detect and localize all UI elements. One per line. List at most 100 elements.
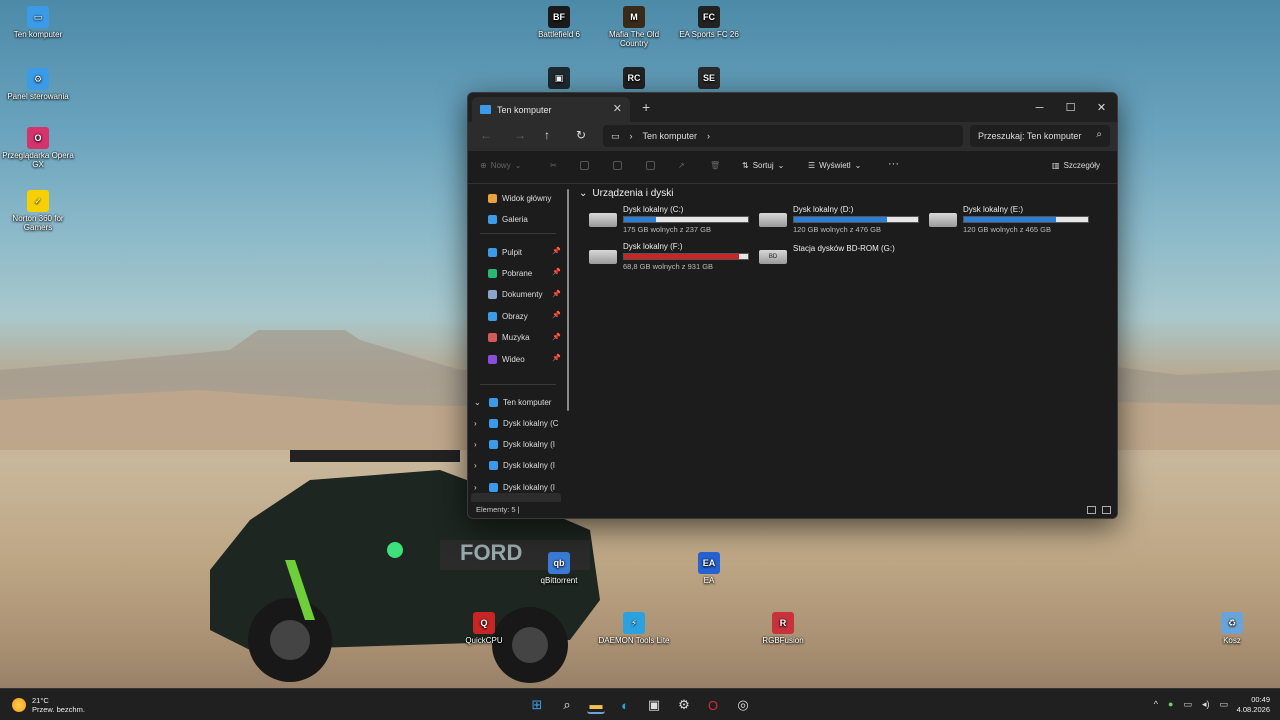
app-icon: ▣ — [548, 67, 570, 89]
desktop-icon[interactable]: ⚙ Panel sterowania — [0, 68, 76, 101]
tree-drive[interactable]: › Dysk lokalny (I — [474, 436, 555, 452]
cut-icon[interactable]: ✂ — [550, 161, 557, 170]
tree-drive[interactable]: › Dysk lokalny (I — [474, 479, 555, 495]
sidebar-item-pinned[interactable]: Pulpit — [488, 244, 522, 260]
sidebar-item-pinned[interactable]: Dokumenty — [488, 287, 542, 303]
microphone-icon[interactable]: ● — [1168, 699, 1173, 710]
forward-arrow-icon[interactable]: → — [514, 128, 526, 142]
desktop-icon[interactable]: ▭ Ten komputer — [0, 6, 76, 39]
new-label: Nowy — [490, 161, 511, 170]
search-taskbar-icon[interactable]: ⌕ — [558, 696, 576, 714]
drive-icon — [489, 397, 498, 407]
desktop-icon[interactable]: O Przeglądarka Opera GX — [0, 127, 76, 169]
details-button[interactable]: ▥ Szczegóły — [1052, 161, 1100, 170]
chevron-down-icon[interactable]: ⌄ — [474, 398, 484, 407]
desktop-icon[interactable]: ✓ Norton 360 for Gamers — [0, 190, 76, 232]
tree-drive[interactable]: › Dysk lokalny (I — [474, 458, 555, 474]
desktop-icon[interactable]: Q QuickCPU — [446, 612, 522, 645]
sidebar-item-pinned[interactable]: Pobrane — [488, 265, 532, 281]
scrollbar[interactable] — [567, 189, 569, 411]
command-bar: ⊕ Nowy ⌄ ✂ ↗ 🗑 ⇅ Sortuj ⌄ ☰ Wyświetl ⌄ ·… — [468, 151, 1117, 184]
desktop-icon[interactable]: FC EA Sports FC 26 — [671, 6, 747, 39]
drive-free-space: 120 GB wolnych z 465 GB — [963, 225, 1051, 234]
share-icon[interactable]: ↗ — [678, 161, 685, 170]
desktop-icon[interactable]: ⚡ DAEMON Tools Lite — [596, 612, 672, 645]
chevron-right-icon[interactable]: › — [474, 419, 484, 428]
desktop-icon[interactable]: EA EA — [671, 552, 747, 585]
status-bar: Elementy: 5 | — [468, 502, 1117, 518]
back-arrow-icon[interactable]: ← — [480, 128, 492, 142]
settings-gear-icon[interactable]: ⚙ — [675, 696, 693, 714]
chevron-right-icon[interactable]: › — [474, 483, 484, 492]
tree-this-pc[interactable]: ⌄ Ten komputer — [474, 394, 551, 410]
opera-gx-icon[interactable]: O — [704, 696, 722, 714]
tab-this-pc[interactable]: Ten komputer ✕ — [472, 97, 630, 122]
sidebar-item-pinned[interactable]: Obrazy — [488, 308, 528, 324]
desktop-icon[interactable]: SE — [671, 67, 747, 91]
desktop-icon[interactable]: RC — [596, 67, 672, 91]
app-icon: ✓ — [27, 190, 49, 212]
clock[interactable]: 00:49 4.08.2026 — [1237, 695, 1270, 715]
desktop-icon-label: qBittorrent — [540, 576, 578, 585]
new-button[interactable]: ⊕ Nowy ⌄ — [480, 161, 521, 170]
group-header[interactable]: ⌄ Urządzenia i dyski — [579, 188, 674, 199]
drive-tile[interactable]: Dysk lokalny (C:) 175 GB wolnych z 237 GB — [589, 205, 754, 235]
start-icon[interactable]: ⊞ — [528, 696, 546, 714]
sort-button[interactable]: ⇅ Sortuj ⌄ — [742, 161, 784, 170]
app-icon: BF — [548, 6, 570, 28]
battery-icon[interactable]: ▭ — [1219, 699, 1228, 710]
tiles-view-icon[interactable] — [1102, 506, 1111, 514]
copy-icon[interactable] — [580, 161, 589, 170]
up-arrow-icon[interactable]: ↑ — [544, 128, 550, 142]
store-icon[interactable]: ▣ — [645, 696, 663, 714]
edge-icon[interactable]: ◐ — [616, 696, 634, 714]
desktop-icon[interactable]: R RGBFusion — [745, 612, 821, 645]
file-explorer-window[interactable]: Ten komputer ✕ + ─ ☐ ✕ ← → ↑ ↻ ▭ › Ten k… — [467, 92, 1118, 519]
breadcrumb-this-pc[interactable]: Ten komputer — [643, 131, 698, 141]
system-tray: ^ ● ▭ ◂) ▭ — [1154, 699, 1228, 710]
steam-icon[interactable]: ◎ — [734, 696, 752, 714]
volume-icon[interactable]: ◂) — [1202, 699, 1210, 710]
title-bar[interactable]: Ten komputer ✕ + ─ ☐ ✕ — [468, 93, 1117, 122]
rename-icon[interactable] — [646, 161, 655, 170]
bd-rom-icon: BD — [759, 250, 787, 264]
close-window-button[interactable]: ✕ — [1086, 93, 1117, 122]
optical-drive-tile[interactable]: BD Stacja dysków BD-ROM (G:) — [759, 242, 924, 272]
app-icon: O — [27, 127, 49, 149]
tree-drive[interactable]: › Dysk lokalny (C — [474, 415, 559, 431]
desktop-icon[interactable]: BF Battlefield 6 — [521, 6, 597, 39]
view-button[interactable]: ☰ Wyświetl ⌄ — [808, 161, 861, 170]
sidebar-item-pinned[interactable]: Wideo — [488, 351, 525, 367]
sidebar-item[interactable]: Widok główny — [488, 190, 551, 206]
more-options-button[interactable]: ··· — [888, 158, 899, 170]
maximize-button[interactable]: ☐ — [1055, 93, 1086, 122]
address-bar[interactable]: ▭ › Ten komputer › — [603, 125, 963, 147]
drive-tile[interactable]: Dysk lokalny (E:) 120 GB wolnych z 465 GB — [929, 205, 1094, 235]
delete-icon[interactable]: 🗑 — [710, 161, 720, 170]
close-tab-icon[interactable]: ✕ — [613, 102, 622, 115]
minimize-button[interactable]: ─ — [1024, 93, 1055, 122]
desktop-icon[interactable]: ▣ — [521, 67, 597, 91]
tray-chevron-icon[interactable]: ^ — [1154, 699, 1158, 710]
paste-icon[interactable] — [613, 161, 622, 170]
search-input[interactable]: Przeszukaj: Ten komputer ⌕ — [970, 125, 1110, 147]
weather-desc: Przew. bezchm. — [32, 705, 85, 714]
network-icon[interactable]: ▭ — [1183, 699, 1192, 710]
drive-tile[interactable]: Dysk lokalny (F:) 68,8 GB wolnych z 931 G… — [589, 242, 754, 272]
desktop-icon-label: RGBFusion — [762, 636, 804, 645]
desktop-icon[interactable]: ♻ Kosz — [1194, 612, 1270, 645]
file-explorer-taskbar-icon[interactable]: ▬ — [587, 696, 605, 714]
desktop-icon[interactable]: qb qBittorrent — [521, 552, 597, 585]
drive-tile[interactable]: Dysk lokalny (D:) 120 GB wolnych z 476 GB — [759, 205, 924, 235]
refresh-icon[interactable]: ↻ — [576, 128, 586, 142]
new-tab-button[interactable]: + — [642, 99, 650, 115]
details-view-icon[interactable] — [1087, 506, 1096, 514]
sidebar-item-pinned[interactable]: Muzyka — [488, 330, 530, 346]
desktop-icon[interactable]: M Mafia The Old Country — [596, 6, 672, 48]
sidebar-item[interactable]: Galeria — [488, 211, 528, 227]
chevron-right-icon[interactable]: › — [707, 131, 710, 141]
chevron-right-icon[interactable]: › — [474, 440, 484, 449]
view-label: Wyświetl — [819, 161, 851, 170]
weather-widget[interactable]: 21°C Przew. bezchm. — [12, 696, 85, 714]
chevron-right-icon[interactable]: › — [474, 461, 484, 470]
